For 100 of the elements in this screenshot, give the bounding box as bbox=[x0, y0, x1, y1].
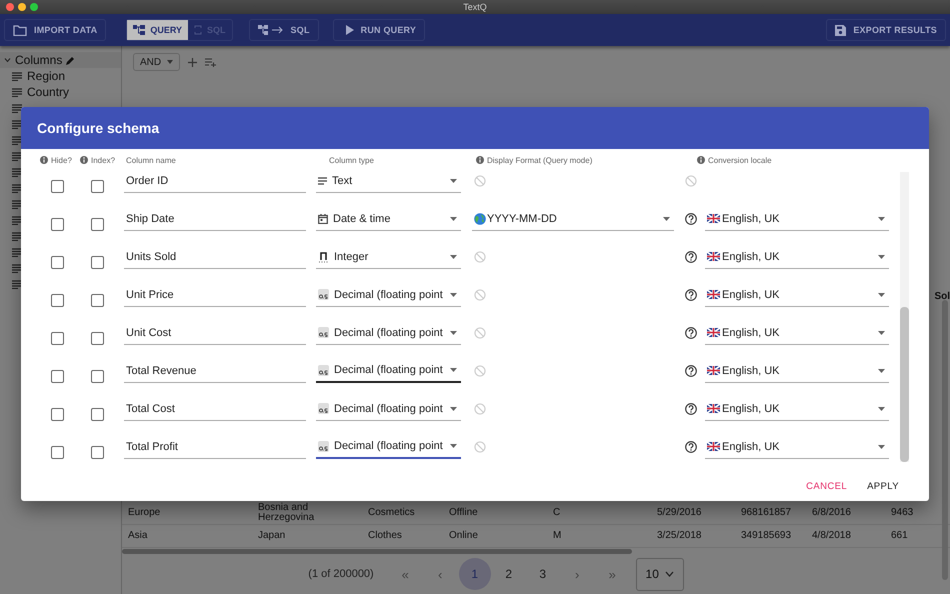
table-cell-text: 968161857 bbox=[740, 508, 792, 518]
list-icon bbox=[12, 184, 22, 192]
operator-select[interactable]: AND bbox=[133, 53, 180, 71]
checkbox[interactable] bbox=[51, 294, 64, 308]
text-field[interactable]: Total Revenue bbox=[124, 359, 306, 384]
table-cell-text: 5/29/2016 bbox=[656, 508, 702, 518]
page-button[interactable]: 3 bbox=[526, 558, 559, 590]
list-icon bbox=[12, 280, 22, 288]
type-select[interactable]: Decimal (floating point bbox=[316, 359, 461, 384]
checkbox[interactable] bbox=[51, 256, 64, 270]
export-button[interactable]: EXPORT RESULTS bbox=[826, 19, 946, 41]
locale-select[interactable]: English, UK bbox=[705, 245, 889, 270]
text-field[interactable]: Unit Price bbox=[124, 283, 306, 308]
caret-icon bbox=[878, 216, 885, 221]
locale-select[interactable]: English, UK bbox=[705, 359, 889, 384]
checkbox[interactable] bbox=[51, 408, 64, 422]
checkbox[interactable] bbox=[91, 370, 104, 384]
caret-icon bbox=[878, 444, 885, 449]
table-cell-text: 349185693 bbox=[740, 530, 792, 542]
checkbox[interactable] bbox=[51, 218, 64, 232]
checkbox[interactable] bbox=[51, 332, 64, 346]
checkbox[interactable] bbox=[91, 332, 104, 346]
type-select[interactable]: Text bbox=[316, 169, 461, 194]
caret-icon bbox=[450, 216, 457, 221]
checkbox[interactable] bbox=[91, 294, 104, 308]
locale-select[interactable]: English, UK bbox=[705, 397, 889, 422]
cancel-button[interactable]: CANCEL bbox=[798, 472, 856, 500]
caret-icon bbox=[450, 406, 457, 411]
text-field[interactable]: Total Profit bbox=[124, 435, 306, 460]
checkbox[interactable] bbox=[51, 370, 64, 384]
scrollbar[interactable] bbox=[900, 172, 909, 462]
table-cell-text: Japan bbox=[257, 530, 286, 542]
checkbox[interactable] bbox=[91, 446, 104, 460]
add-group-icon[interactable] bbox=[205, 58, 216, 66]
checkbox[interactable] bbox=[91, 408, 104, 422]
not-allowed-icon bbox=[474, 289, 486, 302]
caret-icon bbox=[878, 254, 885, 259]
caret-icon bbox=[450, 330, 457, 335]
list-icon bbox=[12, 72, 22, 80]
chevron-down-icon bbox=[664, 571, 674, 577]
text-icon bbox=[318, 176, 327, 185]
locale-select[interactable]: English, UK bbox=[705, 283, 889, 308]
page-button[interactable]: 2 bbox=[492, 558, 525, 590]
list-icon bbox=[12, 136, 22, 144]
import-button[interactable]: IMPORT DATA bbox=[4, 19, 106, 41]
type-select[interactable]: Decimal (floating point bbox=[316, 283, 461, 308]
type-select[interactable]: Decimal (floating point bbox=[316, 435, 461, 460]
list-icon bbox=[12, 120, 22, 128]
format-select[interactable]: YYYY-MM-DD bbox=[472, 207, 674, 232]
locale-select[interactable]: English, UK bbox=[705, 435, 889, 460]
type-select[interactable]: Date & time bbox=[316, 207, 461, 232]
checkbox[interactable] bbox=[51, 180, 64, 194]
convert-button[interactable]: SQL bbox=[248, 19, 319, 41]
run-button[interactable]: RUN QUERY bbox=[332, 19, 426, 41]
not-allowed-icon bbox=[474, 251, 486, 264]
sidebar-label: Columns bbox=[15, 53, 62, 67]
column-label: Conversion locale bbox=[708, 156, 772, 165]
type-select[interactable]: Integer bbox=[316, 245, 461, 270]
column-item[interactable]: Region bbox=[27, 69, 66, 83]
help-icon bbox=[685, 213, 697, 226]
pencil-icon bbox=[66, 56, 76, 64]
caret-icon bbox=[663, 216, 670, 221]
text-field[interactable]: Ship Date bbox=[124, 207, 306, 232]
type-select[interactable]: Decimal (floating point bbox=[316, 397, 461, 422]
table-cell-text: 661 bbox=[890, 530, 909, 542]
table-cell-text: Offline bbox=[448, 508, 479, 518]
help-icon bbox=[685, 251, 697, 264]
code-icon bbox=[194, 25, 202, 35]
list-icon bbox=[12, 104, 22, 112]
mode-tab[interactable]: QUERY bbox=[127, 20, 188, 40]
sidebar-header[interactable]: Columns bbox=[0, 52, 121, 68]
add-icon[interactable] bbox=[188, 58, 198, 66]
caret-icon bbox=[878, 368, 885, 373]
table-cell-text: Asia bbox=[127, 530, 148, 542]
type-select[interactable]: Decimal (floating point bbox=[316, 321, 461, 346]
caret-icon bbox=[450, 292, 457, 297]
page-size-select[interactable]: 10 bbox=[636, 558, 684, 590]
apply-button[interactable]: APPLY bbox=[859, 472, 907, 500]
not-allowed-icon bbox=[474, 441, 486, 454]
caret-icon bbox=[878, 330, 885, 335]
checkbox[interactable] bbox=[91, 180, 104, 194]
checkbox[interactable] bbox=[91, 218, 104, 232]
scrollbar[interactable] bbox=[942, 300, 948, 580]
scrollbar[interactable] bbox=[122, 549, 632, 554]
dialog-title: Configure schema bbox=[21, 107, 929, 149]
caret-icon bbox=[450, 444, 457, 448]
column-header[interactable]: Sol bbox=[934, 291, 950, 302]
text-field[interactable]: Units Sold bbox=[124, 245, 306, 270]
tree-icon bbox=[133, 25, 146, 35]
text-field[interactable]: Unit Cost bbox=[124, 321, 306, 346]
column-item[interactable]: Country bbox=[27, 85, 70, 99]
column-label: Column name bbox=[126, 156, 176, 165]
checkbox[interactable] bbox=[51, 446, 64, 460]
locale-select[interactable]: English, UK bbox=[705, 321, 889, 346]
text-field[interactable]: Order ID bbox=[124, 169, 306, 194]
text-field[interactable]: Total Cost bbox=[124, 397, 306, 422]
checkbox[interactable] bbox=[91, 256, 104, 270]
integer-icon bbox=[318, 250, 329, 263]
caret-icon bbox=[450, 178, 457, 183]
locale-select[interactable]: English, UK bbox=[705, 207, 889, 232]
